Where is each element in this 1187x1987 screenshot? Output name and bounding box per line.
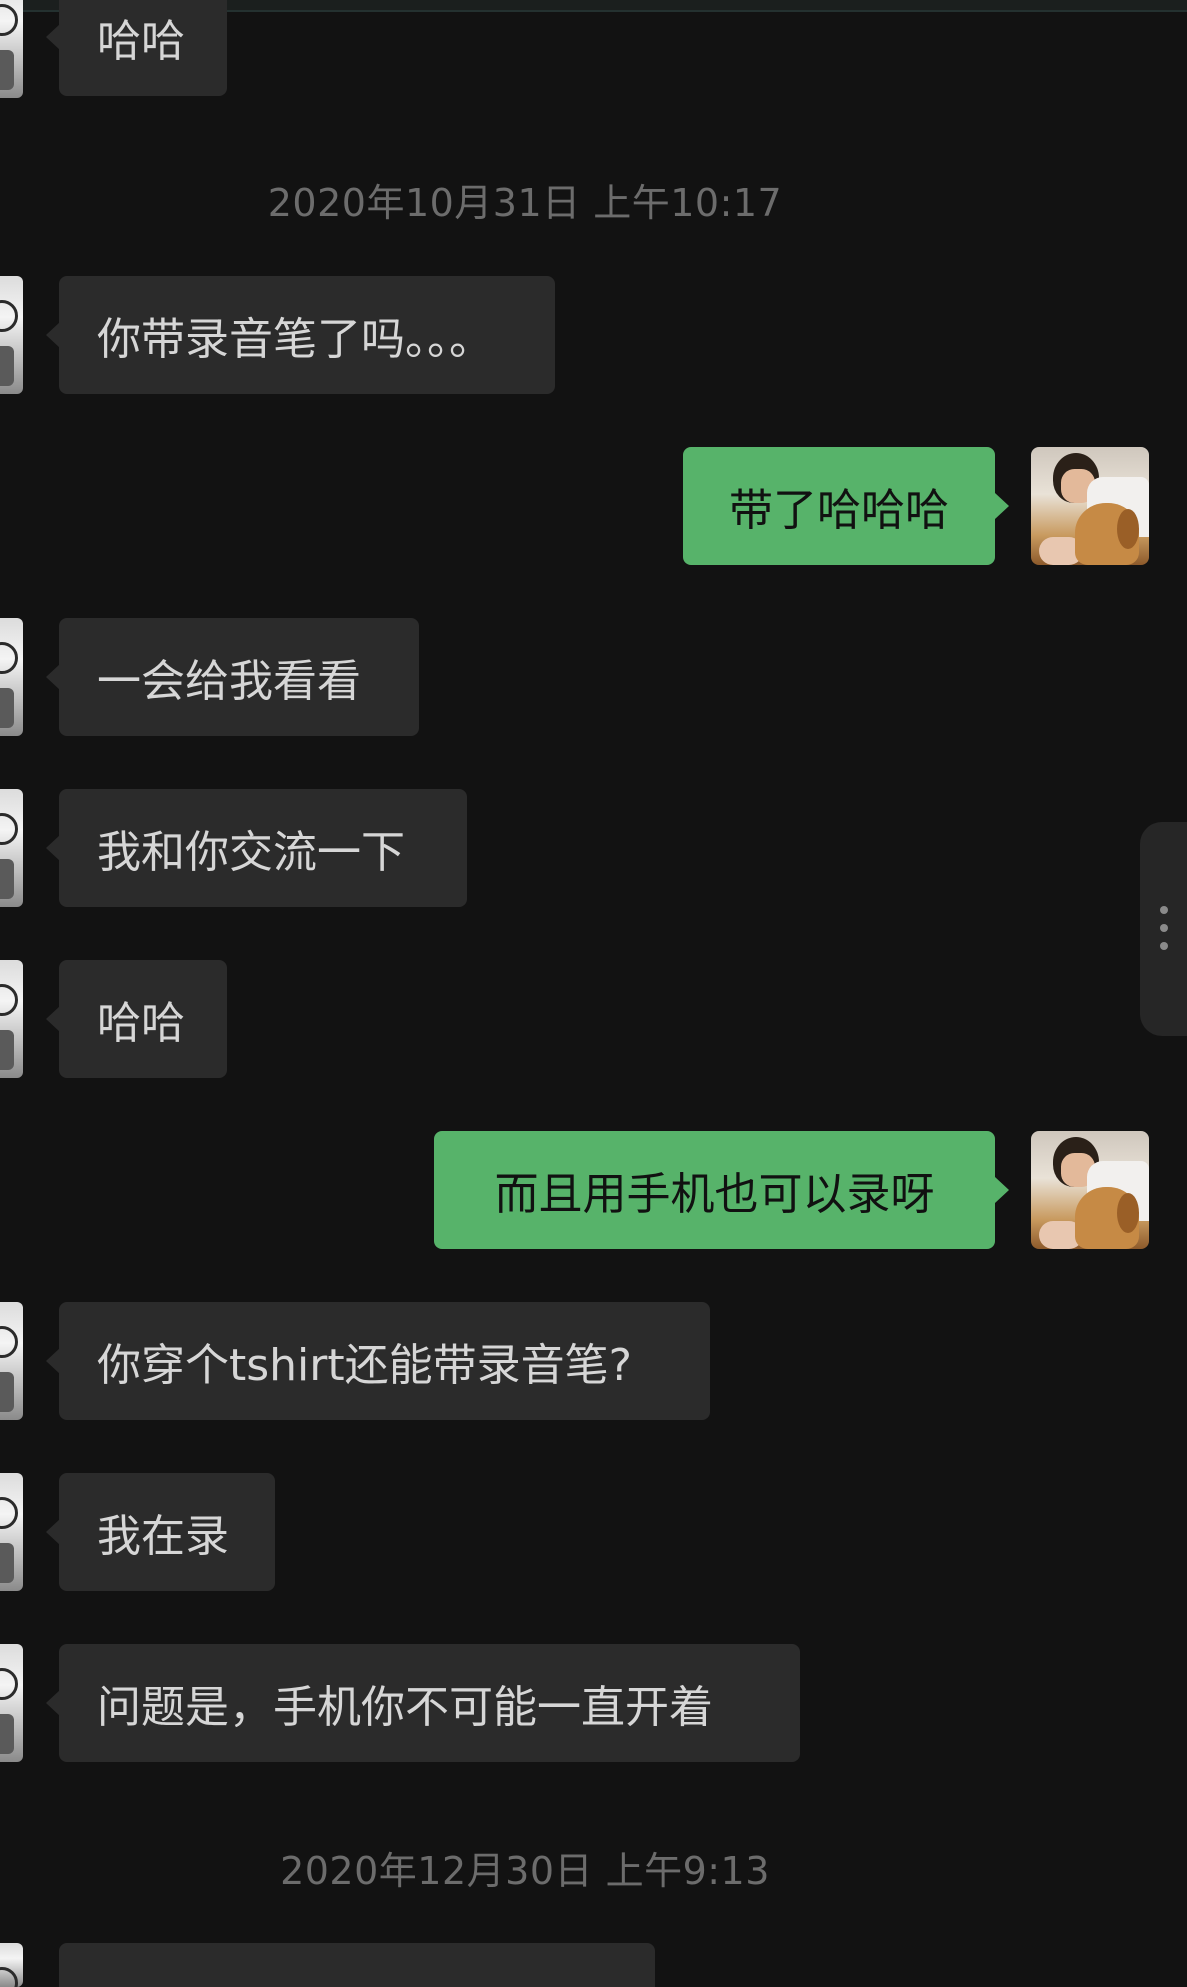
- dot: [1160, 906, 1168, 914]
- contact-avatar[interactable]: [0, 618, 23, 736]
- message-text: 而且用手机也可以录呀: [494, 1169, 935, 1220]
- message-bubble-incoming[interactable]: 我在录: [46, 1473, 275, 1591]
- timestamp: 2020年10月31日 上午10:17: [267, 181, 783, 225]
- message-text: 我和你交流一下: [97, 827, 405, 878]
- message-bubble-incoming[interactable]: ⋯⋯⋯⋯⋯⋯⋯: [59, 1943, 655, 1987]
- contact-avatar[interactable]: [0, 1943, 23, 1987]
- message-text: 哈哈: [97, 16, 185, 67]
- message-text: ⋯⋯⋯⋯⋯⋯⋯: [97, 1965, 405, 1987]
- user-avatar[interactable]: [1031, 447, 1149, 565]
- dot: [1160, 942, 1168, 950]
- message-bubble-incoming[interactable]: 你穿个tshirt还能带录音笔?: [46, 1302, 710, 1420]
- dot: [1160, 924, 1168, 932]
- message-text: 问题是，手机你不可能一直开着: [97, 1682, 713, 1733]
- message-bubble-outgoing[interactable]: 而且用手机也可以录呀: [434, 1131, 1009, 1249]
- message-bubble-incoming[interactable]: 哈哈: [46, 960, 227, 1078]
- contact-avatar[interactable]: [0, 1644, 23, 1762]
- side-drawer-handle[interactable]: [1140, 822, 1187, 1036]
- message-bubble-incoming[interactable]: 一会给我看看: [46, 618, 419, 736]
- contact-avatar[interactable]: [0, 1302, 23, 1420]
- contact-avatar[interactable]: [0, 789, 23, 907]
- timestamp: 2020年12月30日 上午9:13: [280, 1849, 770, 1893]
- contact-avatar[interactable]: [0, 276, 23, 394]
- message-bubble-incoming[interactable]: 哈哈: [46, 0, 227, 96]
- chat-screen: 哈哈 2020年10月31日 上午10:17 你带录音笔了吗。。。 带了哈哈哈 …: [0, 0, 1187, 1987]
- message-text: 带了哈哈哈: [729, 485, 949, 536]
- message-text: 你穿个tshirt还能带录音笔?: [97, 1340, 632, 1391]
- message-bubble-incoming[interactable]: 你带录音笔了吗。。。: [46, 276, 555, 394]
- contact-avatar[interactable]: [0, 960, 23, 1078]
- contact-avatar[interactable]: [0, 0, 23, 98]
- message-bubble-incoming[interactable]: 问题是，手机你不可能一直开着: [46, 1644, 800, 1762]
- contact-avatar[interactable]: [0, 1473, 23, 1591]
- user-avatar[interactable]: [1031, 1131, 1149, 1249]
- avatar-dog-ear: [1117, 1193, 1139, 1233]
- message-text: 哈哈: [97, 998, 185, 1049]
- message-text: 我在录: [97, 1511, 229, 1562]
- avatar-dog-ear: [1117, 509, 1139, 549]
- message-bubble-outgoing[interactable]: 带了哈哈哈: [683, 447, 1009, 565]
- message-text: 你带录音笔了吗。。。: [97, 314, 493, 365]
- message-text: 一会给我看看: [97, 656, 361, 707]
- message-bubble-incoming[interactable]: 我和你交流一下: [46, 789, 467, 907]
